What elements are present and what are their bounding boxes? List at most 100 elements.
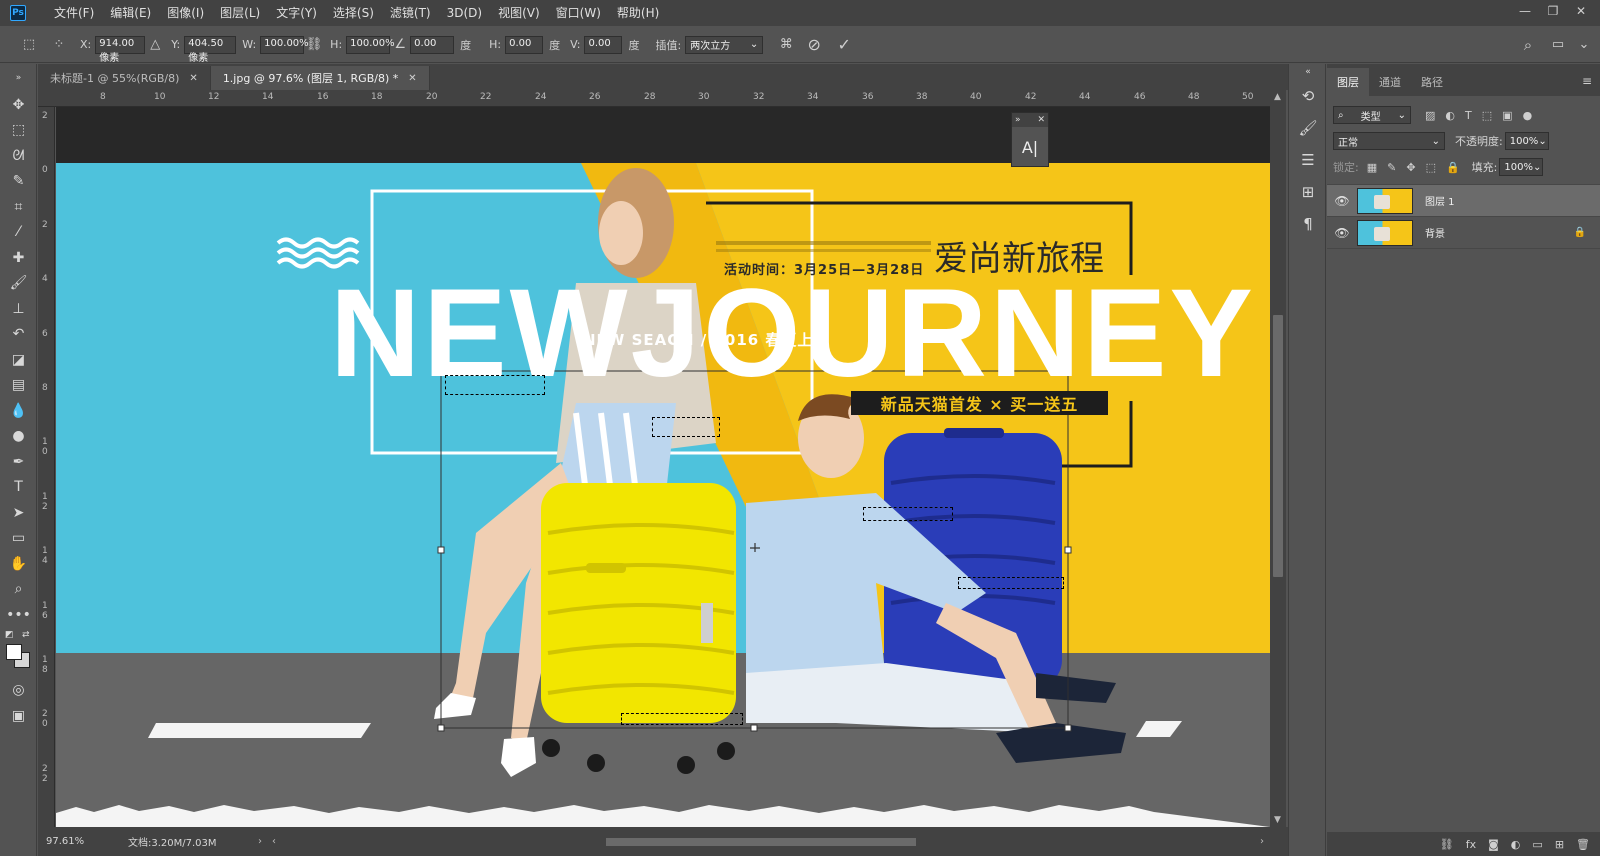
eye-icon[interactable]: 👁: [1327, 226, 1357, 240]
layer-row-layer1[interactable]: 👁 图层 1: [1327, 185, 1600, 217]
vertical-ruler[interactable]: 2 0 2 4 6 8 1 0 1 2 1 4 1 6 1 8 2 0 2 2: [38, 107, 55, 827]
workspace-icon[interactable]: ▭: [1548, 37, 1568, 52]
fill-input[interactable]: 100% ⌄: [1499, 158, 1544, 176]
restore-icon[interactable]: ❐: [1542, 2, 1564, 20]
tab-paths[interactable]: 路径: [1411, 68, 1453, 96]
vertical-scrollbar[interactable]: ▲ ▼: [1270, 90, 1286, 827]
history-panel-icon[interactable]: ⟲: [1289, 80, 1327, 112]
y-input[interactable]: 404.50 像素: [184, 35, 237, 64]
properties-panel-icon[interactable]: ⊞: [1289, 176, 1327, 208]
menu-view[interactable]: 视图(V): [490, 0, 548, 26]
adjustments-panel-icon[interactable]: ☰: [1289, 144, 1327, 176]
layer-style-icon[interactable]: fx: [1466, 838, 1476, 851]
hand-tool-icon[interactable]: ✋: [0, 551, 37, 577]
zoom-level[interactable]: 97.61%: [46, 836, 116, 847]
menu-type[interactable]: 文字(Y): [268, 0, 325, 26]
zoom-tool-icon[interactable]: ⌕: [0, 577, 37, 603]
w-input[interactable]: 100.00%: [260, 35, 309, 54]
panel-collapse-icon[interactable]: »: [0, 64, 37, 92]
more-tools-icon[interactable]: •••: [0, 602, 37, 628]
type-filter-icon[interactable]: T: [1465, 109, 1472, 122]
clone-stamp-tool-icon[interactable]: ⊥: [0, 296, 37, 322]
blur-tool-icon[interactable]: 💧: [0, 398, 37, 424]
banner-artwork[interactable]: NEWJOURNEY NEW SEAON / 2016 春夏上新 爱尚新旅程 活…: [56, 163, 1270, 827]
selection-marquee[interactable]: [652, 417, 720, 437]
menu-help[interactable]: 帮助(H): [609, 0, 667, 26]
scroll-up-icon[interactable]: ▲: [1274, 92, 1281, 102]
smart-object-filter-icon[interactable]: ▣: [1502, 109, 1512, 122]
lock-transparent-icon[interactable]: ▦: [1367, 161, 1377, 174]
gradient-tool-icon[interactable]: ▤: [0, 373, 37, 399]
selection-marquee[interactable]: [445, 375, 545, 395]
screen-mode-icon[interactable]: ▣: [0, 703, 37, 729]
transform-tool-icon[interactable]: ⬚: [14, 37, 44, 52]
menu-select[interactable]: 选择(S): [325, 0, 382, 26]
brush-tool-icon[interactable]: 🖌: [0, 271, 37, 297]
eye-icon[interactable]: 👁: [1327, 194, 1357, 208]
delta-icon[interactable]: △: [145, 37, 165, 52]
angle-input[interactable]: 0.00: [410, 35, 455, 54]
close-icon[interactable]: ✕: [408, 73, 416, 84]
strip-collapse-icon[interactable]: «: [1289, 64, 1327, 80]
lock-icon[interactable]: 🔒: [1574, 227, 1586, 238]
horizontal-ruler[interactable]: 8 10 12 14 16 18 20 22 24 26 28 30 32 34…: [38, 90, 1270, 107]
tab-layers[interactable]: 图层: [1327, 68, 1369, 96]
swap-colors-icon[interactable]: ⇄: [22, 630, 30, 640]
lock-pixels-icon[interactable]: ✎: [1387, 161, 1396, 174]
tab-untitled[interactable]: 未标题-1 @ 55%(RGB/8) ✕: [38, 66, 211, 90]
tab-1jpg[interactable]: 1.jpg @ 97.6% (图层 1, RGB/8) * ✕: [210, 66, 430, 90]
layer-mask-icon[interactable]: ◙: [1488, 838, 1499, 851]
artboard-lock-icon[interactable]: ⬚: [1426, 161, 1436, 174]
character-mini-panel[interactable]: » ✕ A|: [1011, 112, 1049, 167]
cancel-transform-icon[interactable]: ⊘: [799, 35, 829, 54]
brush-panel-icon[interactable]: 🖌: [1289, 112, 1327, 144]
menu-edit[interactable]: 编辑(E): [102, 0, 159, 26]
link-layers-icon[interactable]: ⛓: [1440, 838, 1454, 851]
hskew-input[interactable]: 0.00: [505, 35, 544, 54]
layer-filter-select[interactable]: ⌕ 类型 ⌄: [1333, 106, 1411, 124]
expand-icon[interactable]: »: [1015, 115, 1021, 125]
horizontal-scroll-thumb[interactable]: [606, 837, 916, 846]
scroll-down-icon[interactable]: ▼: [1274, 815, 1281, 825]
menu-layer[interactable]: 图层(L): [212, 0, 268, 26]
lasso-tool-icon[interactable]: ᘛ: [0, 143, 37, 169]
layer-row-background[interactable]: 👁 背景 🔒: [1327, 217, 1600, 249]
adjustment-layer-icon[interactable]: ◐: [1511, 838, 1521, 851]
menu-image[interactable]: 图像(I): [159, 0, 212, 26]
vskew-input[interactable]: 0.00: [584, 35, 623, 54]
close-icon[interactable]: ✕: [1037, 115, 1045, 125]
rectangle-tool-icon[interactable]: ▭: [0, 526, 37, 552]
adjustment-filter-icon[interactable]: ◐: [1445, 109, 1455, 122]
paragraph-panel-icon[interactable]: ¶: [1289, 208, 1327, 240]
lock-position-icon[interactable]: ✥: [1406, 161, 1415, 174]
warp-icon[interactable]: ⌘: [773, 37, 799, 52]
move-tool-icon[interactable]: ✥: [0, 92, 37, 118]
document-canvas[interactable]: NEWJOURNEY NEW SEAON / 2016 春夏上新 爱尚新旅程 活…: [56, 107, 1270, 827]
filter-toggle-icon[interactable]: ●: [1523, 109, 1533, 122]
path-select-tool-icon[interactable]: ➤: [0, 500, 37, 526]
search-icon[interactable]: ⌕: [1518, 36, 1538, 54]
reference-point-icon[interactable]: ⁘: [44, 37, 74, 52]
menu-window[interactable]: 窗口(W): [548, 0, 609, 26]
lock-all-icon[interactable]: 🔒: [1446, 161, 1460, 174]
interpolation-select[interactable]: 两次立方 ⌄: [685, 35, 764, 54]
tab-channels[interactable]: 通道: [1369, 68, 1411, 96]
commit-transform-icon[interactable]: ✓: [829, 35, 859, 54]
panel-menu-icon[interactable]: ≡: [1582, 74, 1592, 88]
workspace-menu-icon[interactable]: ⌄: [1574, 37, 1594, 52]
menu-file[interactable]: 文件(F): [46, 0, 102, 26]
crop-tool-icon[interactable]: ⌗: [0, 194, 37, 220]
h-input[interactable]: 100.00%: [346, 35, 395, 54]
scroll-right-icon[interactable]: ›: [1260, 836, 1264, 847]
close-icon[interactable]: ✕: [189, 73, 197, 84]
eraser-tool-icon[interactable]: ◪: [0, 347, 37, 373]
x-input[interactable]: 914.00 像素: [95, 35, 146, 64]
image-filter-icon[interactable]: ▨: [1425, 109, 1435, 122]
foreground-color-swatch[interactable]: [6, 643, 22, 660]
quick-select-tool-icon[interactable]: ✎: [0, 169, 37, 195]
close-icon[interactable]: ✕: [1570, 2, 1592, 20]
dodge-tool-icon[interactable]: ●: [0, 424, 37, 450]
pen-tool-icon[interactable]: ✒: [0, 449, 37, 475]
character-panel-icon[interactable]: A|: [1012, 127, 1048, 167]
history-brush-tool-icon[interactable]: ↶: [0, 322, 37, 348]
